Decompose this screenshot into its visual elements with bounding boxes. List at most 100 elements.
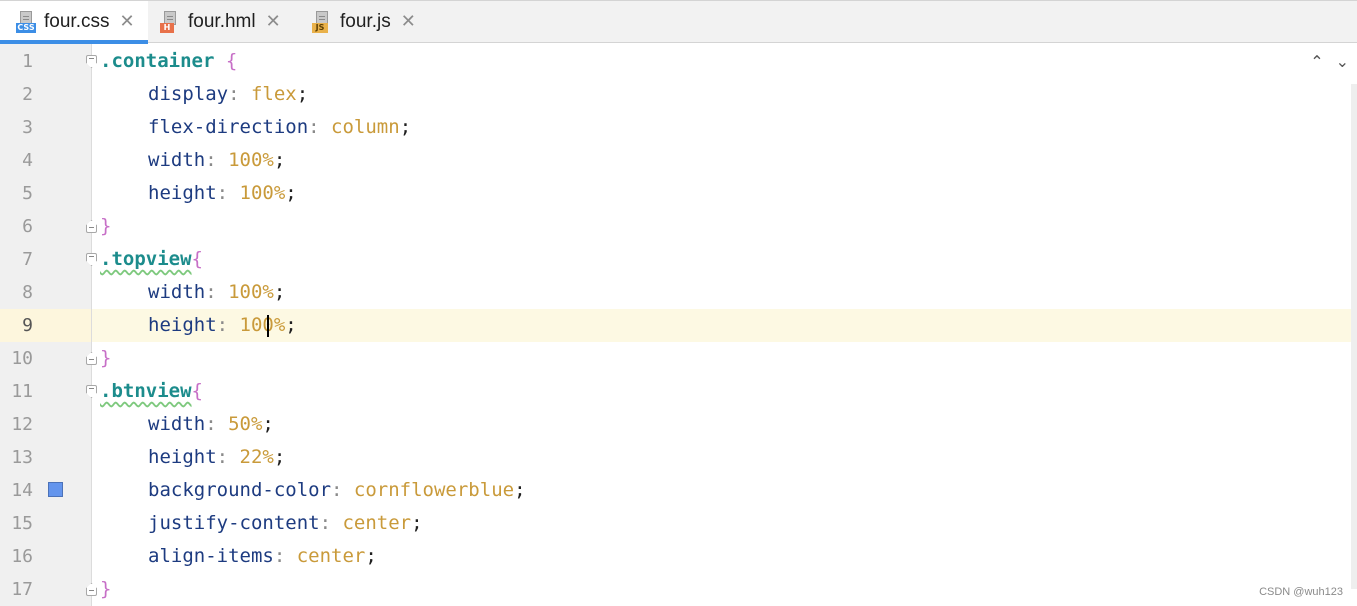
css-rule-start: .btnview{ [100,375,203,408]
css-rule-end: } [100,210,111,243]
line-number: 5 [22,183,33,204]
code-line[interactable]: 4 width: 100%; [0,144,1357,177]
js-file-icon: JS [312,11,334,33]
css-value: 50% [228,413,263,435]
css-declaration: flex-direction: column; [148,116,412,138]
css-declaration: height: 100%; [148,314,297,336]
css-declaration: width: 100%; [148,149,286,171]
css-declaration: justify-content: center; [148,512,423,534]
css-property: align-items [148,545,274,567]
line-number: 15 [11,513,33,534]
line-number: 1 [22,51,33,72]
tab-label: four.js [340,11,391,32]
code-line[interactable]: 10} [0,342,1357,375]
line-number: 10 [11,348,33,369]
code-editor[interactable]: 1 .container {2 display: flex; 3 flex-direct… [0,44,1357,606]
tab-label: four.hml [188,11,256,32]
css-declaration: width: 50%; [148,413,274,435]
code-line[interactable]: 9 height: 100%; [0,309,1357,342]
fold-collapse-icon[interactable] [86,385,97,398]
fold-collapse-icon[interactable] [86,55,97,68]
code-line[interactable]: 14 background-color: cornflowerblue; [0,474,1357,507]
line-number: 14 [11,480,33,501]
css-selector: .container [100,50,215,72]
brace: { [191,380,203,402]
tab-four-css[interactable]: CSS four.css ✕ [0,1,148,44]
fold-end-icon[interactable] [86,583,97,596]
line-number: 16 [11,546,33,567]
css-property: height [148,446,217,468]
fold-end-icon[interactable] [86,220,97,233]
css-value: flex [250,83,297,105]
code-line[interactable]: 15 justify-content: center; [0,507,1357,540]
chevron-down-icon[interactable]: ⌄ [1336,52,1349,71]
css-property: height [148,182,217,204]
css-value: column [331,116,400,138]
css-rule-start: .topview{ [100,243,203,276]
css-rule-end: } [100,573,111,606]
close-icon[interactable]: ✕ [266,13,281,31]
brace: } [100,578,112,600]
close-icon[interactable]: ✕ [401,13,416,31]
css-value: 100% [239,182,286,204]
tab-four-hml[interactable]: H four.hml ✕ [148,1,298,43]
css-property: display [148,83,229,105]
code-line[interactable]: 1 .container { [0,45,1357,78]
fold-end-icon[interactable] [86,352,97,365]
code-line[interactable]: 3 flex-direction: column; [0,111,1357,144]
line-number: 12 [11,414,33,435]
code-line[interactable]: 11 .btnview{ [0,375,1357,408]
html-file-icon: H [160,11,182,33]
css-declaration: height: 100%; [148,182,297,204]
chevron-up-icon[interactable]: ⌃ [1310,52,1323,71]
brace: } [100,347,112,369]
css-property: width [148,281,206,303]
brace: { [214,50,238,72]
code-line[interactable]: 2 display: flex; [0,78,1357,111]
css-value: center [342,512,412,534]
css-property: height [148,314,217,336]
close-icon[interactable]: ✕ [119,13,134,31]
css-declaration: height: 22%; [148,446,286,468]
brace: } [100,215,112,237]
line-number: 2 [22,84,33,105]
fold-collapse-icon[interactable] [86,253,97,266]
css-declaration: align-items: center; [148,545,377,567]
code-line[interactable]: 5 height: 100%; [0,177,1357,210]
css-property: width [148,413,206,435]
code-line[interactable]: 7 .topview{ [0,243,1357,276]
css-value: center [296,545,366,567]
line-number: 8 [22,282,33,303]
css-file-icon: CSS [16,11,38,33]
code-line[interactable]: 12 width: 50%; [0,408,1357,441]
code-line[interactable]: 16 align-items: center; [0,540,1357,573]
code-line[interactable]: 17} [0,573,1357,606]
line-number: 7 [22,249,33,270]
css-value: cornflowerblue [353,479,515,501]
code-line[interactable]: 13 height: 22%; [0,441,1357,474]
css-value: 100% [228,281,274,303]
css-property: flex-direction [148,116,309,138]
css-declaration: display: flex; [148,83,309,105]
tab-four-js[interactable]: JS four.js ✕ [298,1,438,43]
line-number: 13 [11,447,33,468]
line-number: 17 [11,579,33,600]
line-number: 4 [22,150,33,171]
color-swatch-icon[interactable] [48,482,63,497]
text-caret [267,315,269,337]
watermark: CSDN @wuh123 [1259,586,1343,598]
css-value: 22% [239,446,274,468]
vertical-scrollbar[interactable] [1351,84,1357,589]
code-line[interactable]: 6} [0,210,1357,243]
line-number: 3 [22,117,33,138]
code-line[interactable]: 8 width: 100%; [0,276,1357,309]
line-number: 11 [11,381,33,402]
css-declaration: background-color: cornflowerblue; [148,479,526,501]
brace: { [191,248,203,270]
css-rule-end: } [100,342,111,375]
css-property: background-color [148,479,332,501]
tab-label: four.css [44,11,110,32]
css-selector: .btnview [100,380,192,402]
editor-tab-bar: CSS four.css ✕ H four.hml ✕ JS four.js ✕ [0,0,1357,44]
css-rule-start: .container { [100,45,237,78]
